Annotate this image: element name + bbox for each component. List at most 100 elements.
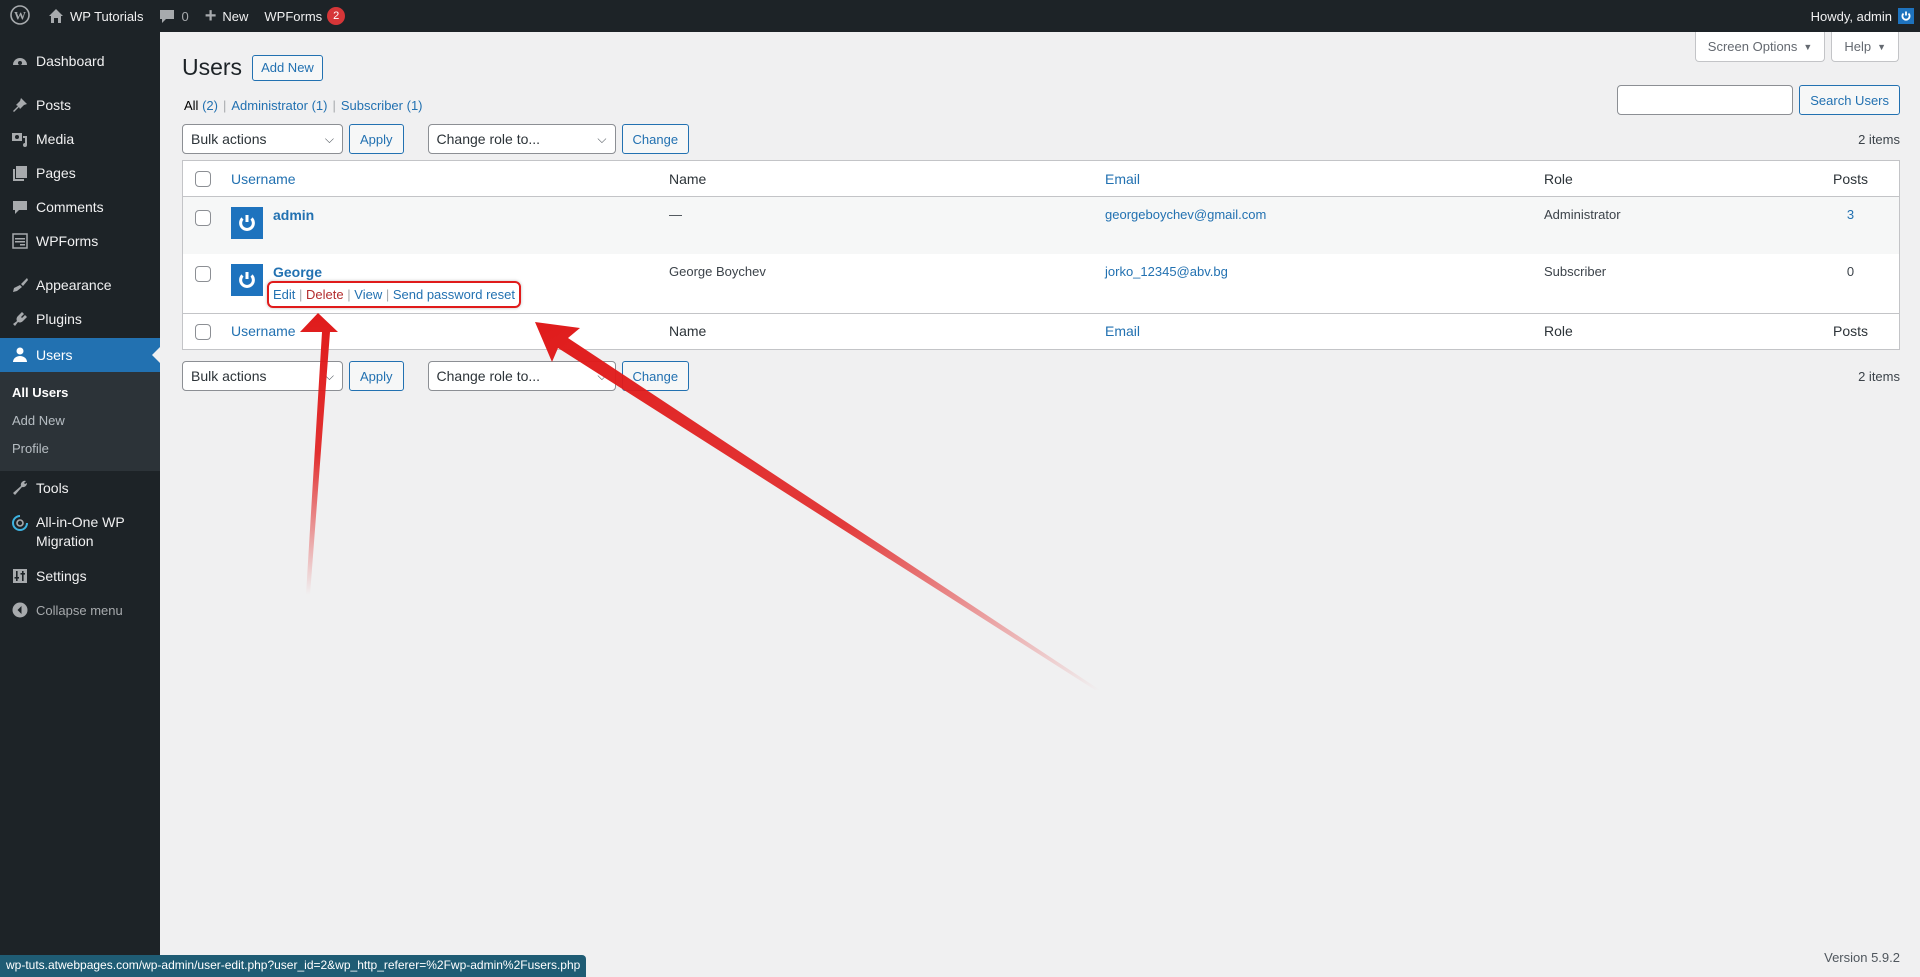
email-link[interactable]: jorko_12345@abv.bg [1105, 264, 1228, 279]
column-username[interactable]: Username [221, 161, 659, 197]
notification-badge: 2 [327, 7, 346, 25]
role-cell: Subscriber [1544, 263, 1607, 279]
select-all-checkbox[interactable] [195, 323, 211, 340]
sidebar-item-tools[interactable]: Tools [0, 471, 160, 505]
filter-count: (2) [202, 98, 218, 113]
search-box: Search Users [1617, 85, 1900, 115]
apply-button[interactable]: Apply [349, 124, 404, 154]
chevron-down-icon: ⌵ [597, 131, 607, 146]
divider: | [222, 98, 227, 113]
filter-administrator[interactable]: Administrator (1) [231, 98, 327, 113]
howdy-text: Howdy, admin [1810, 8, 1892, 24]
bulk-actions-select[interactable]: Bulk actions ⌵ [182, 361, 343, 391]
username-link[interactable]: admin [273, 207, 314, 223]
table-header-row: Username Name Email Role Posts [182, 161, 1900, 197]
name-cell: — [669, 207, 682, 222]
comments-link[interactable]: 0 [151, 0, 196, 32]
avatar-small [1898, 8, 1914, 24]
bulk-actions-select[interactable]: Bulk actions ⌵ [182, 124, 343, 154]
change-role-select[interactable]: Change role to... ⌵ [427, 124, 616, 154]
search-users-button[interactable]: Search Users [1799, 85, 1900, 115]
sidebar-item-users[interactable]: Users [0, 338, 160, 372]
migration-icon [10, 513, 30, 533]
dashboard-icon [10, 51, 30, 71]
row-checkbox[interactable] [195, 266, 211, 283]
role-cell: Administrator [1544, 207, 1621, 222]
username-link[interactable]: George [273, 264, 322, 280]
users-table: Username Name Email Role Posts admin — g… [182, 160, 1900, 350]
posts-count-link[interactable]: 3 [1847, 207, 1854, 222]
sidebar-item-media[interactable]: Media [0, 122, 160, 156]
chevron-down-icon: ⌵ [597, 368, 607, 383]
new-content-link[interactable]: + New [197, 0, 257, 32]
comment-icon [159, 8, 175, 24]
filter-label: All [184, 98, 199, 113]
divider: | [332, 98, 336, 113]
posts-cell: 0 [1846, 263, 1855, 279]
sidebar-label: Plugins [36, 311, 82, 327]
main-content: Screen Options ▼ Help ▼ Users Add New All … [160, 32, 1920, 977]
my-account-menu[interactable]: Howdy, admin [1811, 8, 1920, 24]
users-submenu: All Users Add New Profile [0, 372, 160, 471]
wpforms-link[interactable]: WPForms 2 [256, 0, 353, 32]
change-role-select[interactable]: Change role to... ⌵ [427, 361, 616, 391]
page-header: Users Add New [182, 54, 323, 81]
select-all-cell [183, 313, 222, 349]
comment-icon [10, 197, 30, 217]
chevron-down-icon: ⌵ [324, 368, 334, 383]
caret-down-icon: ▼ [1803, 41, 1813, 52]
email-cell: jorko_12345@abv.bg [1095, 254, 1534, 314]
submenu-all-users[interactable]: All Users [0, 379, 160, 407]
change-role-button[interactable]: Change [621, 361, 690, 391]
sidebar-item-posts[interactable]: Posts [0, 88, 160, 122]
sidebar-item-comments[interactable]: Comments [0, 190, 160, 224]
screen-options-button[interactable]: Screen Options ▼ [1694, 32, 1826, 62]
column-email[interactable]: Email [1095, 313, 1534, 349]
wpforms-label: WPForms [264, 8, 323, 24]
annotation-highlight-box [267, 280, 521, 308]
select-all-cell [183, 161, 222, 197]
wp-logo-menu[interactable]: W [0, 0, 40, 32]
submenu-add-new[interactable]: Add New [0, 407, 160, 435]
column-name: Name [669, 323, 707, 339]
wrench-icon [10, 478, 30, 498]
column-username[interactable]: Username [221, 313, 659, 349]
sidebar-item-all-in-one-wp-migration[interactable]: All-in-One WP Migration [0, 505, 160, 559]
change-role-button[interactable]: Change [621, 124, 690, 154]
site-name-link[interactable]: WP Tutorials [40, 0, 151, 32]
sidebar-item-wpforms[interactable]: WPForms [0, 224, 160, 258]
sidebar-label: Settings [36, 568, 87, 584]
new-label: New [222, 8, 249, 24]
admin-sidebar: Dashboard Posts Media Pages Comments WPF… [0, 32, 160, 977]
collapse-icon [10, 600, 30, 620]
add-new-user-button[interactable]: Add New [252, 54, 323, 81]
settings-icon [10, 566, 30, 586]
row-checkbox[interactable] [195, 209, 211, 226]
select-all-checkbox[interactable] [195, 171, 211, 188]
column-role: Role [1544, 170, 1573, 187]
collapse-menu-button[interactable]: Collapse menu [0, 593, 160, 627]
submenu-profile[interactable]: Profile [0, 435, 160, 463]
sidebar-item-settings[interactable]: Settings [0, 559, 160, 593]
username-cell: admin [221, 197, 659, 254]
media-icon [10, 129, 30, 149]
svg-text:W: W [14, 8, 26, 22]
filter-all[interactable]: All (2) [184, 98, 218, 113]
filter-subscriber[interactable]: Subscriber (1) [341, 98, 423, 113]
column-role: Role [1544, 323, 1573, 339]
role-filter-links: All (2) | Administrator (1) | Subscriber (1) [184, 98, 423, 113]
help-button[interactable]: Help ▼ [1831, 32, 1899, 62]
sidebar-item-pages[interactable]: Pages [0, 156, 160, 190]
sidebar-label: Appearance [36, 277, 112, 293]
column-email[interactable]: Email [1095, 161, 1534, 197]
plus-icon: + [204, 4, 217, 27]
column-posts: Posts [1832, 170, 1868, 187]
sidebar-item-dashboard[interactable]: Dashboard [0, 44, 160, 78]
sidebar-item-appearance[interactable]: Appearance [0, 268, 160, 302]
sidebar-item-plugins[interactable]: Plugins [0, 302, 160, 336]
tablenav-bottom: Bulk actions ⌵ Apply Change role to... ⌵ C… [182, 361, 1900, 391]
search-users-input[interactable] [1617, 85, 1794, 115]
email-link[interactable]: georgeboychev@gmail.com [1105, 207, 1266, 222]
comments-count: 0 [181, 8, 189, 24]
apply-button[interactable]: Apply [349, 361, 404, 391]
